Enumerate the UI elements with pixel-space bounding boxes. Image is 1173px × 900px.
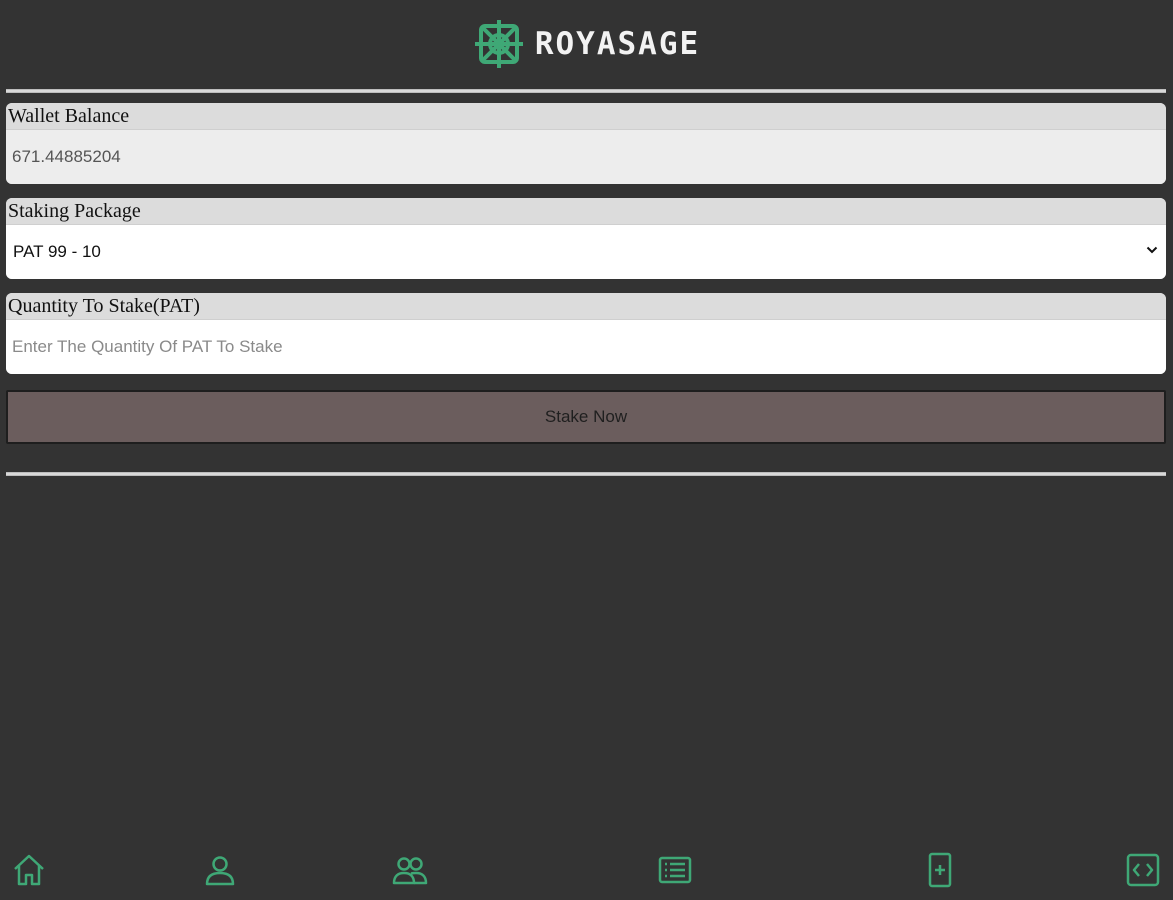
nav-profile[interactable]: [200, 850, 240, 890]
home-icon: [14, 854, 44, 886]
nav-code[interactable]: [1123, 850, 1163, 890]
user-icon: [205, 856, 235, 886]
quantity-field: Quantity To Stake(PAT): [6, 293, 1166, 374]
nav-team[interactable]: [390, 850, 430, 890]
add-document-icon: [928, 852, 952, 888]
wallet-balance-field: Wallet Balance 671.44885204: [6, 103, 1166, 184]
brand-logo[interactable]: ROYASAGE: [473, 18, 700, 70]
list-icon: [658, 856, 692, 884]
brand-emblem-icon: [474, 20, 523, 68]
stake-now-button[interactable]: Stake Now: [6, 390, 1166, 444]
nav-home[interactable]: [9, 850, 49, 890]
wallet-balance-value: 671.44885204: [6, 130, 1166, 184]
brand-name: ROYASAGE: [534, 26, 701, 62]
wallet-balance-label: Wallet Balance: [6, 103, 1166, 130]
staking-package-select[interactable]: PAT 99 - 10: [6, 225, 1166, 279]
top-divider: [6, 89, 1166, 93]
chevron-down-icon: [1146, 246, 1158, 254]
nav-deposit[interactable]: [920, 850, 960, 890]
bottom-divider: [6, 472, 1166, 476]
staking-package-selected: PAT 99 - 10: [13, 242, 101, 261]
header: ROYASAGE: [0, 0, 1173, 88]
users-icon: [392, 857, 428, 885]
nav-list[interactable]: [655, 850, 695, 890]
code-icon: [1126, 853, 1160, 887]
quantity-label: Quantity To Stake(PAT): [6, 293, 1166, 320]
bottom-nav: [0, 840, 1173, 900]
staking-package-label: Staking Package: [6, 198, 1166, 225]
staking-package-field: Staking Package PAT 99 - 10: [6, 198, 1166, 279]
quantity-input[interactable]: [6, 320, 1166, 374]
